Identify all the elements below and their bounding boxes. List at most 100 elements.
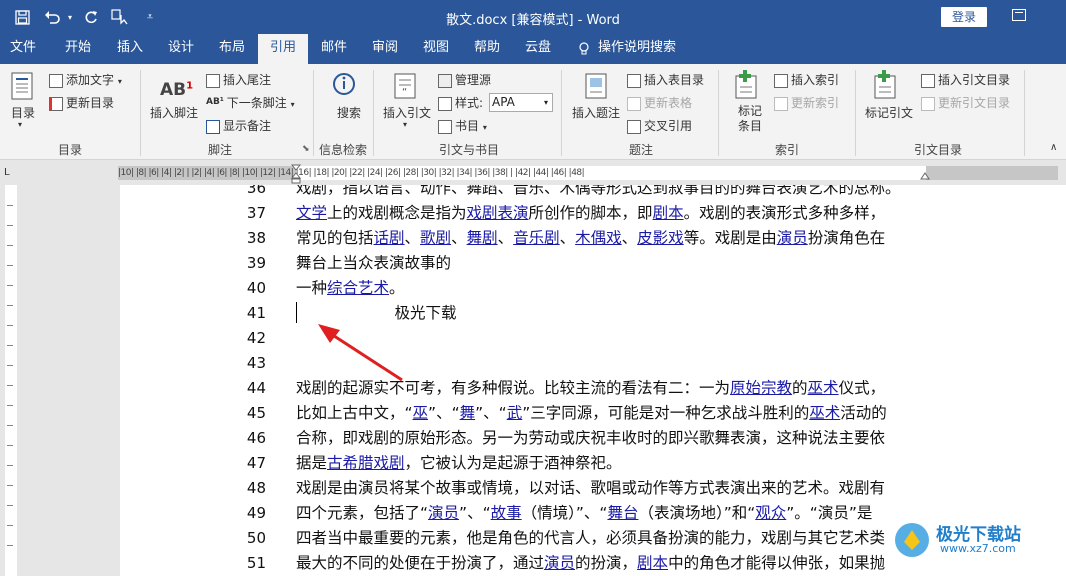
- hyperlink[interactable]: 舞: [460, 404, 476, 422]
- text-run: 所创作的脚本，即: [528, 204, 653, 222]
- document-line[interactable]: 最大的不同的处便在于扮演了，通过演员的扮演，剧本中的角色才能得以伸张，如果抛: [296, 551, 885, 576]
- group-label-captions: 题注: [628, 143, 653, 157]
- hyperlink[interactable]: 巫术: [809, 404, 840, 422]
- ribbon-display-options-icon[interactable]: [1012, 9, 1026, 21]
- tab-view[interactable]: 视图: [414, 34, 458, 64]
- tab-cloud[interactable]: 云盘: [516, 34, 560, 64]
- text-run: （情境）”、“: [521, 504, 608, 522]
- manage-sources-button[interactable]: 管理源: [438, 71, 491, 88]
- indent-marker-icon[interactable]: [291, 164, 301, 184]
- svg-text:“: “: [402, 87, 407, 98]
- document-line[interactable]: 四者当中最重要的元素，他是角色的代言人，必须具备扮演的能力，戏剧与其它艺术类: [296, 526, 885, 551]
- text-run: ”、“: [428, 404, 460, 422]
- document-line[interactable]: 戏剧是由演员将某个故事或情境，以对话、歌唱或动作等方式表演出来的艺术。戏剧有: [296, 476, 885, 501]
- insert-endnote-button[interactable]: 插入尾注: [206, 71, 271, 88]
- search-button[interactable]: [331, 72, 357, 105]
- citation-style-select[interactable]: APA ▾: [489, 93, 553, 112]
- hyperlink[interactable]: 巫: [413, 404, 429, 422]
- toc-label: 目录: [11, 106, 36, 120]
- hyperlink[interactable]: 剧本: [637, 554, 668, 572]
- login-button[interactable]: 登录: [941, 7, 987, 27]
- insert-toa-button[interactable]: 插入引文目录: [921, 71, 1010, 88]
- tab-help[interactable]: 帮助: [465, 34, 509, 64]
- cross-reference-icon: [627, 119, 641, 134]
- hyperlink[interactable]: 歌剧: [420, 229, 451, 247]
- hyperlink[interactable]: 巫术: [808, 379, 839, 397]
- hyperlink[interactable]: 音乐剧: [513, 229, 560, 247]
- mark-citation-button[interactable]: [873, 70, 899, 103]
- tab-file[interactable]: 文件: [0, 34, 46, 64]
- hyperlink[interactable]: 演员: [544, 554, 575, 572]
- ribbon-references: 目录 ▾ 添加文字 ▾ 更新目录 目录 AB1 插入脚注 插入尾注 AB¹ 下一条…: [0, 64, 1066, 160]
- toc-button[interactable]: [10, 72, 36, 105]
- add-text-button[interactable]: 添加文字 ▾: [49, 71, 122, 88]
- hyperlink[interactable]: 皮影戏: [637, 229, 684, 247]
- show-notes-button[interactable]: 显示备注: [206, 117, 271, 134]
- tab-layout[interactable]: 布局: [210, 34, 254, 64]
- hyperlink[interactable]: 舞剧: [467, 229, 498, 247]
- tab-home[interactable]: 开始: [56, 34, 100, 64]
- insert-citation-icon: “: [394, 73, 416, 99]
- line-number: 50: [246, 529, 266, 547]
- insert-citation-button[interactable]: “: [393, 72, 421, 105]
- line-number: 38: [246, 229, 266, 247]
- insert-table-of-figures-button[interactable]: 插入表目录: [627, 71, 704, 88]
- insert-caption-button[interactable]: [584, 72, 610, 105]
- hyperlink[interactable]: 木偶戏: [575, 229, 622, 247]
- ribbon-tabs: 文件 开始 插入 设计 布局 引用 邮件 审阅 视图 帮助 云盘 操作说明搜索: [0, 34, 1066, 64]
- hyperlink[interactable]: 观众: [755, 504, 786, 522]
- tab-selector-icon[interactable]: L: [4, 167, 10, 178]
- hyperlink[interactable]: 演员: [777, 229, 808, 247]
- update-toc-button[interactable]: 更新目录: [49, 94, 114, 111]
- mark-citation-label[interactable]: 标记引文: [865, 104, 913, 121]
- right-indent-marker-icon[interactable]: [920, 171, 930, 181]
- hyperlink[interactable]: 武: [507, 404, 523, 422]
- tab-references[interactable]: 引用: [258, 34, 308, 64]
- document-line[interactable]: 一种综合艺术。: [296, 276, 405, 301]
- collapse-ribbon-icon[interactable]: ∧: [1050, 142, 1057, 153]
- cross-reference-button[interactable]: 交叉引用: [627, 117, 692, 134]
- insert-caption-label[interactable]: 插入题注: [572, 104, 620, 121]
- hyperlink[interactable]: 综合艺术: [327, 279, 389, 297]
- mark-entry-label[interactable]: 标记条目: [738, 104, 764, 134]
- hyperlink[interactable]: 故事: [491, 504, 522, 522]
- document-line[interactable]: 文学上的戏剧概念是指为戏剧表演所创作的脚本，即剧本。戏剧的表演形式多种多样，: [296, 201, 885, 226]
- footnote-dialog-launcher-icon[interactable]: ⬊: [302, 144, 310, 154]
- hyperlink[interactable]: 舞台: [607, 504, 638, 522]
- hyperlink[interactable]: 古希腊戏剧: [327, 454, 405, 472]
- tell-me-search[interactable]: 操作说明搜索: [598, 34, 688, 64]
- hyperlink[interactable]: 文学: [296, 204, 327, 222]
- tab-review[interactable]: 审阅: [363, 34, 407, 64]
- bibliography-button[interactable]: 书目 ▾: [438, 117, 487, 134]
- document-line[interactable]: 舞台上当众表演故事的: [296, 251, 451, 276]
- insert-footnote-icon[interactable]: AB1: [160, 80, 193, 100]
- hyperlink[interactable]: 剧本: [653, 204, 684, 222]
- tab-insert[interactable]: 插入: [108, 34, 152, 64]
- text-run: 活动的: [840, 404, 887, 422]
- citation-dropdown-icon[interactable]: ▾: [403, 120, 407, 129]
- document-line[interactable]: 比如上古中文，“巫”、“舞”、“武”三字同源，可能是对一种乞求战斗胜利的巫术活动…: [296, 401, 887, 426]
- document-line[interactable]: 合称，即戏剧的原始形态。另一为劳动或庆祝丰收时的即兴歌舞表演，这种说法主要依: [296, 426, 885, 451]
- document-line[interactable]: 常见的包括话剧、歌剧、舞剧、音乐剧、木偶戏、皮影戏等。戏剧是由演员扮演角色在: [296, 226, 885, 251]
- table-of-figures-icon: [627, 73, 641, 88]
- toc-dropdown-icon[interactable]: ▾: [18, 120, 22, 129]
- line-number: 42: [246, 329, 266, 347]
- hyperlink[interactable]: 戏剧表演: [467, 204, 529, 222]
- tab-mailings[interactable]: 邮件: [312, 34, 356, 64]
- insert-index-button[interactable]: 插入索引: [774, 71, 839, 88]
- document-page[interactable]: 36 戏剧，指以语言、动作、舞蹈、音乐、木偶等形式达到叙事目的的舞台表演艺术的总称…: [0, 185, 1066, 576]
- insert-citation-label[interactable]: 插入引文: [383, 104, 431, 121]
- window-title: 散文.docx [兼容模式] - Word: [446, 13, 620, 28]
- hyperlink[interactable]: 话剧: [374, 229, 405, 247]
- ruler-track[interactable]: |10| |8| |6| |4| |2| | |2| |4| |6| |8| |…: [118, 166, 1058, 180]
- next-footnote-button[interactable]: AB¹ 下一条脚注 ▾: [206, 94, 295, 111]
- document-line[interactable]: 据是古希腊戏剧，它被认为是起源于酒神祭祀。: [296, 451, 622, 476]
- insert-footnote-label[interactable]: 插入脚注: [150, 104, 198, 121]
- document-line[interactable]: 四个元素，包括了“演员”、“故事（情境）”、“舞台（表演场地）”和“观众”。“演…: [296, 501, 872, 526]
- hyperlink[interactable]: 原始宗教: [730, 379, 792, 397]
- hyperlink[interactable]: 演员: [428, 504, 459, 522]
- text-run: 合称，即戏剧的原始形态。另一为劳动或庆祝丰收时的即兴歌舞表演，这种说法主要依: [296, 429, 886, 447]
- tab-design[interactable]: 设计: [159, 34, 203, 64]
- mark-entry-button[interactable]: [734, 70, 760, 103]
- toc-icon: [11, 72, 33, 100]
